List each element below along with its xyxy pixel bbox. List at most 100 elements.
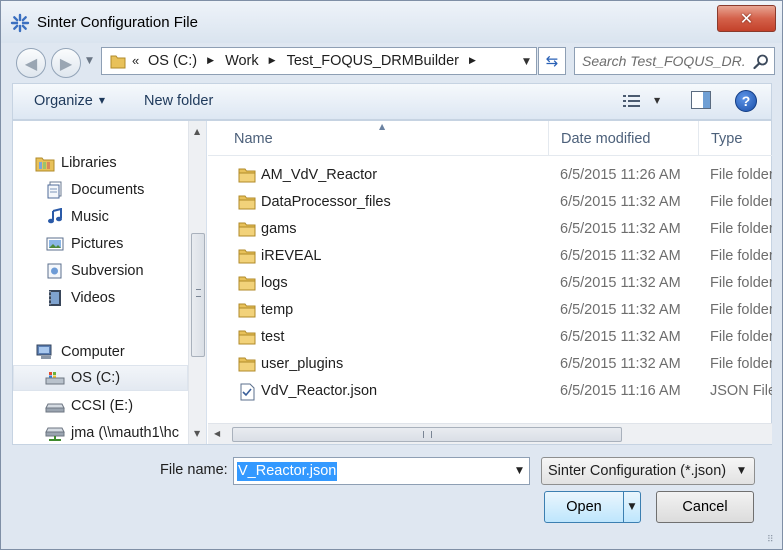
scroll-down-icon[interactable]: ▼ (194, 429, 200, 438)
videos-icon (45, 289, 65, 307)
close-icon: ✕ (739, 9, 754, 28)
search-input[interactable] (575, 48, 745, 74)
file-name-input[interactable]: V_Reactor.json (237, 462, 338, 481)
file-row[interactable]: AM_VdV_Reactor 6/5/2015 11:26 AM File fold… (208, 162, 772, 189)
sort-ascending-icon: ▲ (379, 122, 386, 131)
file-date-cell: 6/5/2015 11:32 AM (560, 356, 681, 372)
nav-label-network-drive: jma (\\mauth1\hc (71, 425, 179, 441)
toolbar: Organize ▼ New folder ▼ ? (12, 83, 772, 120)
nav-item-computer[interactable]: Computer (35, 339, 125, 365)
folder-icon (238, 194, 256, 210)
file-row[interactable]: gams 6/5/2015 11:32 AM File folder (208, 216, 772, 243)
file-row[interactable]: temp 6/5/2015 11:32 AM File folder (208, 297, 772, 324)
column-header-type[interactable]: Type (698, 121, 772, 156)
file-type-select[interactable]: Sinter Configuration (*.json) ▼ (541, 457, 755, 485)
nav-item-network-drive[interactable]: jma (\\mauth1\hc (45, 420, 179, 444)
file-date-cell: 6/5/2015 11:26 AM (560, 167, 681, 183)
back-button[interactable]: ◀ (16, 48, 46, 78)
nav-item-os-drive[interactable]: OS (C:) (13, 365, 188, 391)
refresh-button[interactable]: ⇆ (538, 47, 566, 75)
file-type-cell: File folder (710, 329, 772, 345)
address-overflow-chevron[interactable]: « (132, 53, 139, 68)
navigation-pane[interactable]: Libraries Documents Music Pictures Subve… (13, 121, 207, 444)
nav-item-ccsi-drive[interactable]: CCSI (E:) (45, 393, 133, 419)
file-row[interactable]: DataProcessor_files 6/5/2015 11:32 AM File… (208, 189, 772, 216)
horizontal-scrollbar[interactable]: ◀ (208, 423, 772, 444)
file-row[interactable]: logs 6/5/2015 11:32 AM File folder (208, 270, 772, 297)
nav-item-music[interactable]: Music (45, 204, 109, 230)
file-row[interactable]: test 6/5/2015 11:32 AM File folder (208, 324, 772, 351)
nav-scroll-thumb[interactable] (191, 233, 205, 357)
breadcrumb: OS (C:) ▶ Work ▶ Test_FOQUS_DRMBuilder ▶ (148, 53, 487, 69)
preview-pane-icon[interactable] (691, 91, 711, 109)
recent-locations-dropdown[interactable]: ▼ (86, 56, 93, 66)
organize-label: Organize (34, 93, 93, 109)
new-folder-button[interactable]: New folder (144, 93, 213, 109)
file-name-cell: iREVEAL (261, 248, 322, 264)
app-icon (10, 13, 30, 33)
file-name-cell: logs (261, 275, 288, 291)
file-date-cell: 6/5/2015 11:32 AM (560, 275, 681, 291)
views-dropdown-arrow[interactable]: ▼ (654, 96, 660, 105)
file-name-cell: test (261, 329, 285, 345)
nav-item-libraries[interactable]: Libraries (35, 150, 117, 176)
file-date-cell: 6/5/2015 11:16 AM (560, 383, 681, 399)
refresh-icon: ⇆ (545, 52, 559, 70)
nav-label-subversion: Subversion (71, 263, 144, 279)
breadcrumb-item-os-drive[interactable]: OS (C:) (148, 53, 197, 69)
breadcrumb-separator[interactable]: ▶ (207, 56, 214, 66)
change-view-icon[interactable] (622, 93, 642, 109)
content-area: Libraries Documents Music Pictures Subve… (12, 120, 772, 445)
computer-icon (35, 343, 55, 361)
file-row[interactable]: user_plugins 6/5/2015 11:32 AM File folder (208, 351, 772, 378)
breadcrumb-separator[interactable]: ▶ (469, 56, 476, 66)
file-name-cell: temp (261, 302, 294, 318)
address-dropdown-arrow[interactable]: ▼ (523, 57, 530, 67)
column-header-date-modified[interactable]: Date modified (548, 121, 698, 156)
scroll-left-icon[interactable]: ◀ (214, 429, 220, 438)
scroll-up-icon[interactable]: ▲ (194, 127, 200, 136)
os-drive-icon (45, 369, 65, 387)
address-row: ◀ ▶ ▼ « OS (C:) ▶ Work ▶ Test_FOQUS_DRMB… (1, 43, 782, 79)
file-type-cell: File folder (710, 221, 772, 237)
title-bar[interactable]: Sinter Configuration File ✕ (1, 1, 782, 43)
arrow-left-icon: ◀ (24, 53, 38, 73)
breadcrumb-item-current[interactable]: Test_FOQUS_DRMBuilder (287, 53, 459, 69)
nav-vertical-scrollbar[interactable]: ▲ ▼ (188, 121, 206, 444)
open-button-label[interactable]: Open (545, 492, 623, 522)
forward-button[interactable]: ▶ (51, 48, 81, 78)
horizontal-scroll-thumb[interactable] (232, 427, 622, 442)
json-file-icon (238, 383, 256, 401)
column-header-name[interactable]: Name (222, 121, 552, 156)
close-button[interactable]: ✕ (717, 5, 776, 32)
file-name-dropdown-arrow[interactable]: ▼ (516, 466, 523, 476)
nav-item-subversion[interactable]: Subversion (45, 258, 144, 284)
file-date-cell: 6/5/2015 11:32 AM (560, 248, 681, 264)
organize-menu-button[interactable]: Organize ▼ (34, 93, 105, 109)
resize-grip[interactable]: ⠿ (767, 534, 774, 545)
folder-icon (238, 302, 256, 318)
file-row[interactable]: iREVEAL 6/5/2015 11:32 AM File folder (208, 243, 772, 270)
file-name-label: File name: (160, 462, 228, 478)
nav-label-videos: Videos (71, 290, 116, 306)
chevron-down-icon: ▼ (98, 96, 105, 105)
search-box[interactable] (574, 47, 775, 75)
file-row[interactable]: VdV_Reactor.json 6/5/2015 11:16 AM JSON Fi… (208, 378, 772, 405)
dialog-window: Sinter Configuration File ✕ ◀ ▶ ▼ « OS (… (0, 0, 783, 550)
breadcrumb-item-work[interactable]: Work (225, 53, 259, 69)
help-icon[interactable]: ? (735, 90, 757, 112)
cancel-button[interactable]: Cancel (656, 491, 754, 523)
nav-item-videos[interactable]: Videos (45, 285, 115, 311)
breadcrumb-separator[interactable]: ▶ (269, 56, 276, 66)
nav-item-pictures[interactable]: Pictures (45, 231, 123, 257)
open-button[interactable]: Open ▼ (544, 491, 641, 523)
search-icon[interactable] (753, 54, 769, 70)
nav-label-os-drive: OS (C:) (71, 370, 121, 386)
folder-icon (238, 356, 256, 372)
file-name-combobox[interactable]: V_Reactor.json ▼ (233, 457, 530, 485)
nav-item-documents[interactable]: Documents (45, 177, 144, 203)
address-bar[interactable]: « OS (C:) ▶ Work ▶ Test_FOQUS_DRMBuilder… (101, 47, 537, 75)
nav-label-ccsi-drive: CCSI (E:) (71, 398, 134, 414)
open-split-dropdown[interactable]: ▼ (623, 492, 640, 522)
folder-icon (110, 55, 126, 69)
